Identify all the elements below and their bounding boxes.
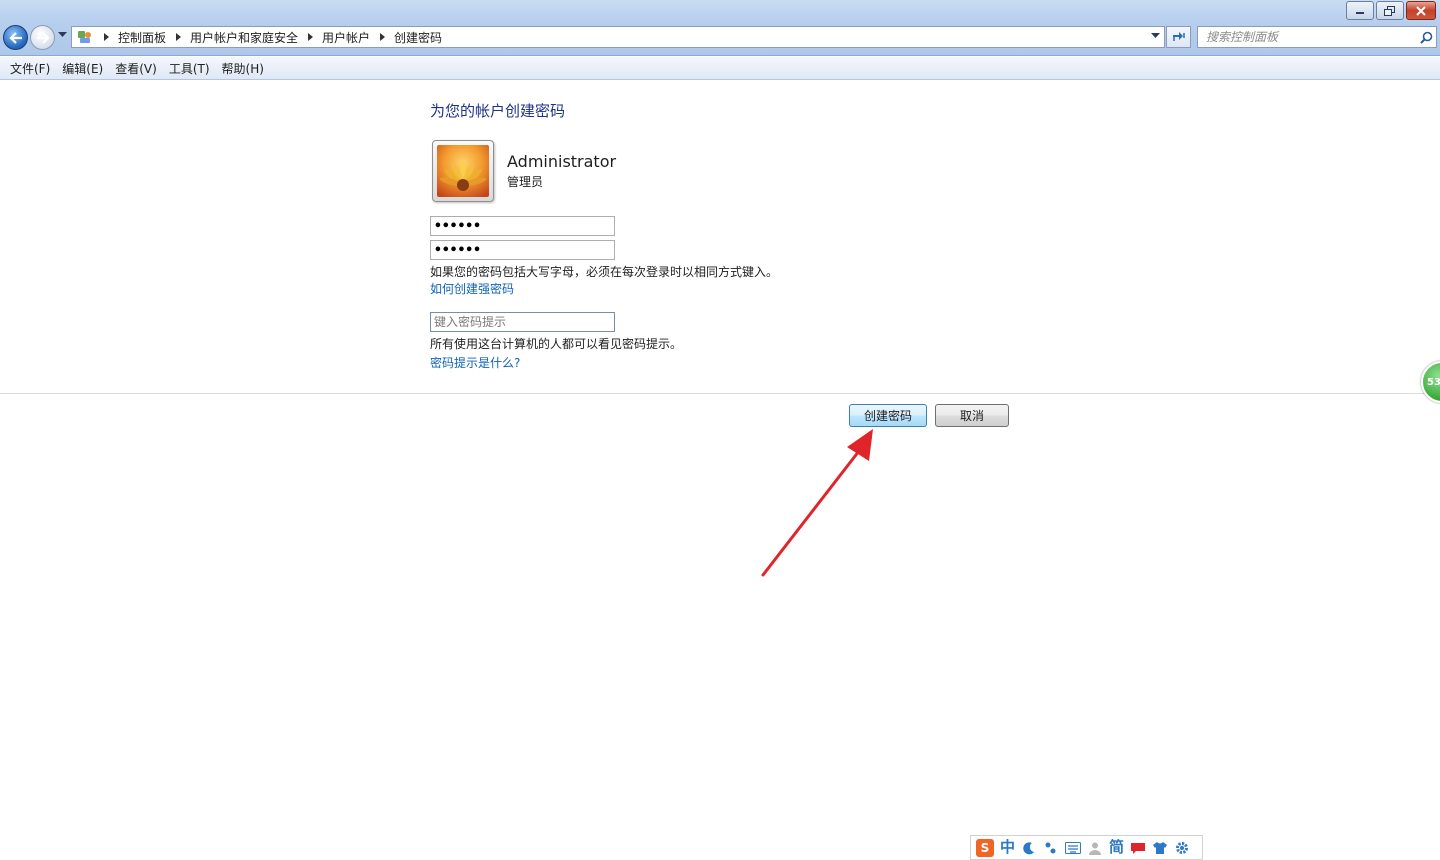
- address-bar[interactable]: 控制面板 用户帐户和家庭安全 用户帐户 创建密码: [71, 26, 1165, 48]
- search-input[interactable]: [1198, 27, 1416, 47]
- user-name: Administrator: [507, 152, 617, 171]
- breadcrumb-create-password[interactable]: 创建密码: [394, 29, 442, 46]
- breadcrumb-chevron-icon[interactable]: [304, 27, 316, 47]
- settings-gear-icon[interactable]: [1174, 840, 1190, 856]
- breadcrumb-user-accounts-family[interactable]: 用户帐户和家庭安全: [190, 29, 298, 46]
- forward-icon: [36, 31, 50, 44]
- refresh-icon: [1172, 32, 1185, 41]
- back-button[interactable]: [3, 25, 28, 50]
- create-password-button[interactable]: 创建密码: [849, 404, 927, 427]
- window-controls: [1346, 1, 1436, 20]
- control-panel-icon: [78, 31, 91, 43]
- strong-password-link[interactable]: 如何创建强密码: [430, 280, 514, 297]
- restore-button[interactable]: [1376, 1, 1404, 20]
- breadcrumb-control-panel[interactable]: 控制面板: [118, 29, 166, 46]
- ime-toolbar: S 中 简: [970, 835, 1203, 860]
- menu-help[interactable]: 帮助(H): [216, 60, 270, 77]
- minimize-icon: [1356, 11, 1364, 14]
- content-divider: [0, 393, 1440, 394]
- caps-lock-note: 如果您的密码包括大写字母，必须在每次登录时以相同方式键入。: [430, 265, 779, 279]
- chat-bubble-icon[interactable]: [1130, 840, 1146, 856]
- address-dropdown-icon[interactable]: [1151, 33, 1160, 39]
- refresh-button[interactable]: [1166, 26, 1191, 48]
- keyboard-icon[interactable]: [1065, 840, 1082, 856]
- menu-view[interactable]: 查看(V): [109, 60, 163, 77]
- menu-tools[interactable]: 工具(T): [163, 60, 216, 77]
- sogou-logo-icon[interactable]: S: [976, 838, 994, 857]
- breadcrumb-user-accounts[interactable]: 用户帐户: [322, 29, 370, 46]
- search-button[interactable]: [1416, 27, 1436, 47]
- confirm-password-field[interactable]: [430, 240, 615, 260]
- restore-icon: [1384, 5, 1395, 16]
- minimize-button[interactable]: [1346, 1, 1374, 20]
- user-role: 管理员: [507, 175, 544, 189]
- punctuation-icon[interactable]: [1043, 840, 1059, 856]
- back-icon: [8, 31, 22, 44]
- search-icon: [1419, 31, 1432, 44]
- flower-picture-icon: [437, 145, 489, 197]
- badge-value: 53: [1427, 376, 1440, 388]
- red-annotation-arrow: [761, 429, 873, 577]
- search-box[interactable]: [1197, 26, 1437, 48]
- breadcrumb-chevron-icon[interactable]: [376, 27, 388, 47]
- close-icon: [1416, 5, 1426, 16]
- skin-shirt-icon[interactable]: [1152, 840, 1168, 856]
- window-chrome: 控制面板 用户帐户和家庭安全 用户帐户 创建密码: [0, 0, 1440, 56]
- cancel-button[interactable]: 取消: [935, 404, 1009, 427]
- password-hint-input[interactable]: [430, 312, 615, 332]
- breadcrumb-chevron-icon[interactable]: [100, 27, 112, 47]
- new-password-field[interactable]: [430, 216, 615, 236]
- forward-button[interactable]: [30, 25, 55, 50]
- menu-file[interactable]: 文件(F): [4, 60, 56, 77]
- what-is-hint-link[interactable]: 密码提示是什么?: [430, 354, 520, 371]
- moon-icon[interactable]: [1021, 840, 1037, 856]
- breadcrumb-chevron-icon[interactable]: [172, 27, 184, 47]
- user-icon[interactable]: [1087, 840, 1103, 856]
- ime-layout-toggle[interactable]: 简: [1109, 840, 1124, 855]
- menu-edit[interactable]: 编辑(E): [56, 60, 109, 77]
- page-title: 为您的帐户创建密码: [430, 102, 566, 120]
- ime-mode-toggle[interactable]: 中: [1000, 840, 1015, 855]
- menu-bar: 文件(F) 编辑(E) 查看(V) 工具(T) 帮助(H): [0, 57, 1440, 80]
- recent-pages-dropdown-icon[interactable]: [58, 32, 67, 38]
- floating-speed-badge[interactable]: 53: [1421, 361, 1440, 403]
- close-button[interactable]: [1406, 1, 1436, 20]
- hint-visibility-note: 所有使用这台计算机的人都可以看见密码提示。: [430, 337, 683, 351]
- avatar: [432, 140, 494, 202]
